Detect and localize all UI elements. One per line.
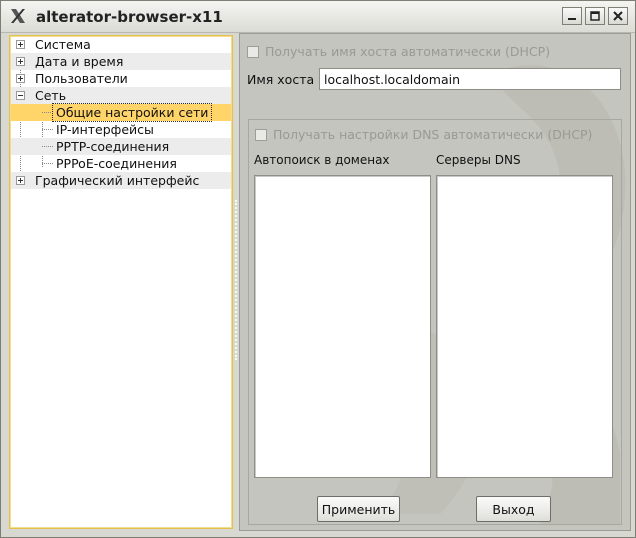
tree-item-ip-interfaces[interactable]: IP-интерфейсы bbox=[11, 121, 231, 138]
settings-panel: Получать имя хоста автоматически (DHCP) … bbox=[239, 33, 631, 531]
hostname-input[interactable] bbox=[319, 68, 621, 90]
apply-button[interactable]: Применить bbox=[317, 496, 400, 522]
search-domains-list[interactable] bbox=[254, 175, 431, 478]
tree-item-label: PPPoE-соединения bbox=[56, 156, 177, 171]
expand-icon[interactable] bbox=[16, 176, 25, 185]
navigation-tree[interactable]: Система Дата и время Пользователи Сеть О… bbox=[9, 35, 233, 529]
search-domains-label: Автопоиск в доменах bbox=[254, 153, 390, 167]
tree-branch-line bbox=[42, 112, 51, 114]
minimize-button[interactable] bbox=[562, 7, 582, 25]
title-bar[interactable]: alterator-browser-x11 bbox=[1, 1, 635, 33]
tree-item-network[interactable]: Сеть bbox=[11, 87, 231, 104]
dhcp-dns-checkbox[interactable] bbox=[255, 129, 267, 141]
maximize-icon bbox=[590, 11, 600, 21]
tree-item-pptp-connections[interactable]: PPTP-соединения bbox=[11, 138, 231, 155]
tree-item-label: Дата и время bbox=[35, 54, 124, 69]
dhcp-dns-label: Получать настройки DNS автоматически (DH… bbox=[273, 127, 593, 142]
close-icon bbox=[613, 11, 623, 21]
exit-button[interactable]: Выход bbox=[476, 496, 551, 522]
dns-servers-label: Серверы DNS bbox=[436, 153, 521, 167]
tree-item-label: Графический интерфейс bbox=[35, 173, 200, 188]
x-logo-icon bbox=[11, 9, 25, 23]
tree-item-date-time[interactable]: Дата и время bbox=[11, 53, 231, 70]
tree-item-general-network-settings[interactable]: Общие настройки сети bbox=[11, 103, 231, 122]
collapse-icon[interactable] bbox=[16, 91, 25, 100]
tree-item-label: Общие настройки сети bbox=[51, 103, 213, 122]
minimize-icon bbox=[568, 18, 576, 20]
dhcp-hostname-checkbox[interactable] bbox=[247, 46, 259, 58]
expand-icon[interactable] bbox=[16, 40, 25, 49]
tree-branch-line bbox=[42, 146, 53, 148]
tree-item-users[interactable]: Пользователи bbox=[11, 70, 231, 87]
tree-item-label: Сеть bbox=[35, 88, 67, 103]
tree-item-label: PPTP-соединения bbox=[56, 139, 170, 154]
tree-branch-line bbox=[42, 163, 53, 165]
tree-item-graphical-interface[interactable]: Графический интерфейс bbox=[11, 172, 231, 189]
tree-item-label: IP-интерфейсы bbox=[56, 122, 154, 137]
tree-branch-line bbox=[42, 129, 53, 131]
dns-servers-list[interactable] bbox=[436, 175, 613, 478]
window-title: alterator-browser-x11 bbox=[36, 8, 223, 26]
tree-item-sistema[interactable]: Система bbox=[11, 36, 231, 53]
tree-item-label: Система bbox=[35, 37, 91, 52]
expand-icon[interactable] bbox=[16, 74, 25, 83]
dhcp-hostname-label: Получать имя хоста автоматически (DHCP) bbox=[265, 44, 551, 59]
hostname-label: Имя хоста bbox=[247, 72, 315, 87]
maximize-button[interactable] bbox=[585, 7, 605, 25]
tree-item-pppoe-connections[interactable]: PPPoE-соединения bbox=[11, 155, 231, 172]
close-button[interactable] bbox=[608, 7, 628, 25]
tree-item-label: Пользователи bbox=[35, 71, 128, 86]
expand-icon[interactable] bbox=[16, 57, 25, 66]
